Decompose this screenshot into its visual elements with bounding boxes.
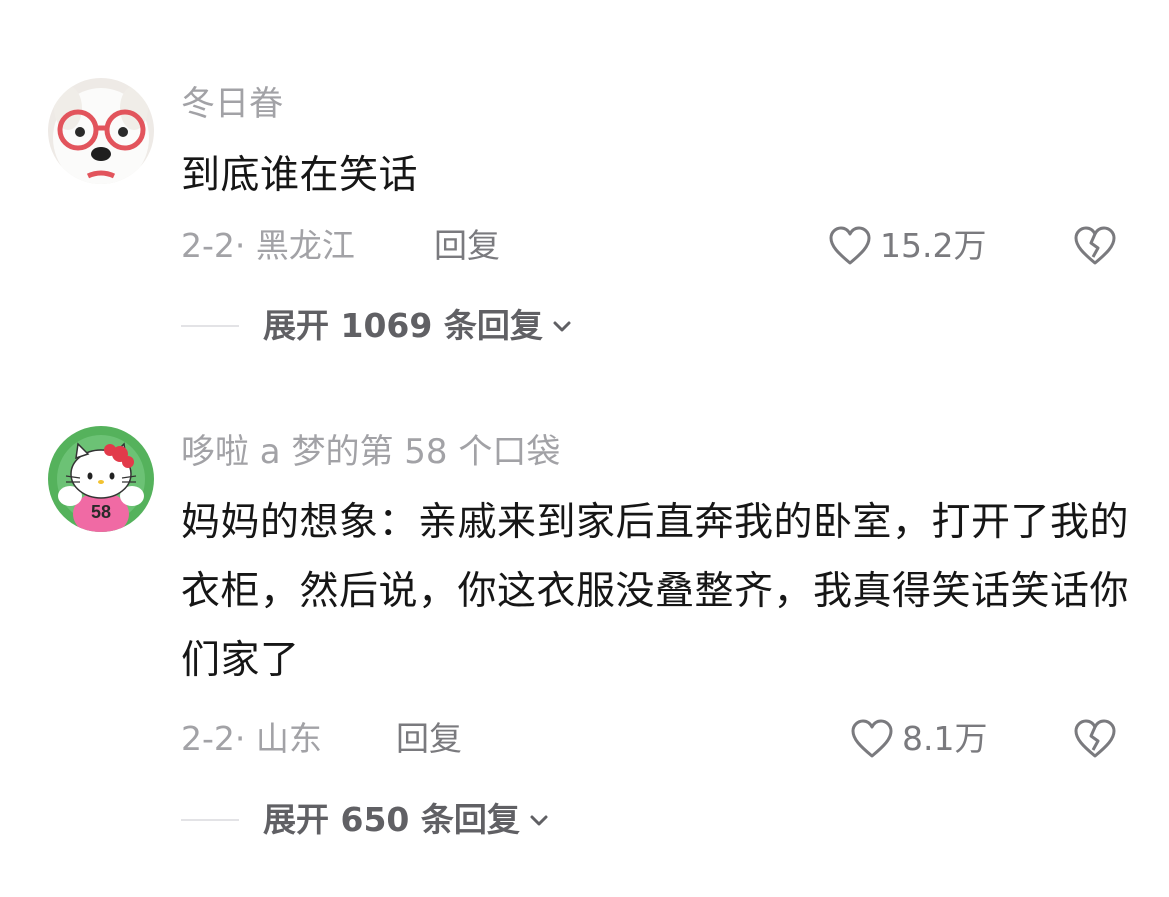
chevron-down-icon xyxy=(553,321,571,332)
reply-button[interactable]: 回复 xyxy=(434,226,500,266)
hello-kitty-avatar-icon: 58 xyxy=(48,426,154,532)
dislike-button[interactable] xyxy=(1073,716,1117,760)
divider-line xyxy=(181,819,239,821)
like-button[interactable]: 8.1万 xyxy=(850,717,987,761)
comment-text: 到底谁在笑话 xyxy=(181,153,419,198)
username[interactable]: 冬日眷 xyxy=(181,84,283,124)
avatar[interactable]: 58 xyxy=(48,426,154,532)
comment-text: 妈妈的想象：亲戚来到家后直奔我的卧室，打开了我的衣柜，然后说，你这衣服没叠整齐，… xyxy=(181,500,1130,683)
expand-replies-label: 展开 1069 条回复 xyxy=(263,306,543,345)
expand-replies-button[interactable]: 展开 1069 条回复 xyxy=(181,304,573,348)
heart-icon xyxy=(851,719,893,758)
like-button[interactable]: 15.2万 xyxy=(828,224,986,268)
expand-replies-label: 展开 650 条回复 xyxy=(263,800,520,839)
comment-meta: 2-2· 山东 xyxy=(181,719,322,758)
broken-heart-icon xyxy=(1074,226,1116,265)
comment-meta: 2-2· 黑龙江 xyxy=(181,226,355,265)
avatar[interactable] xyxy=(48,78,154,184)
broken-heart-icon xyxy=(1074,719,1116,758)
expand-replies-button[interactable]: 展开 650 条回复 xyxy=(181,798,550,842)
like-count: 8.1万 xyxy=(902,719,988,758)
like-count: 15.2万 xyxy=(880,226,987,265)
dislike-button[interactable] xyxy=(1073,223,1117,267)
reply-button[interactable]: 回复 xyxy=(396,719,462,759)
avatar-badge-number: 58 xyxy=(91,502,111,522)
chevron-down-icon xyxy=(530,815,548,826)
divider-line xyxy=(181,325,239,327)
dog-avatar-icon xyxy=(48,78,154,184)
heart-icon xyxy=(829,226,871,265)
username[interactable]: 哆啦 a 梦的第 58 个口袋 xyxy=(181,432,560,472)
